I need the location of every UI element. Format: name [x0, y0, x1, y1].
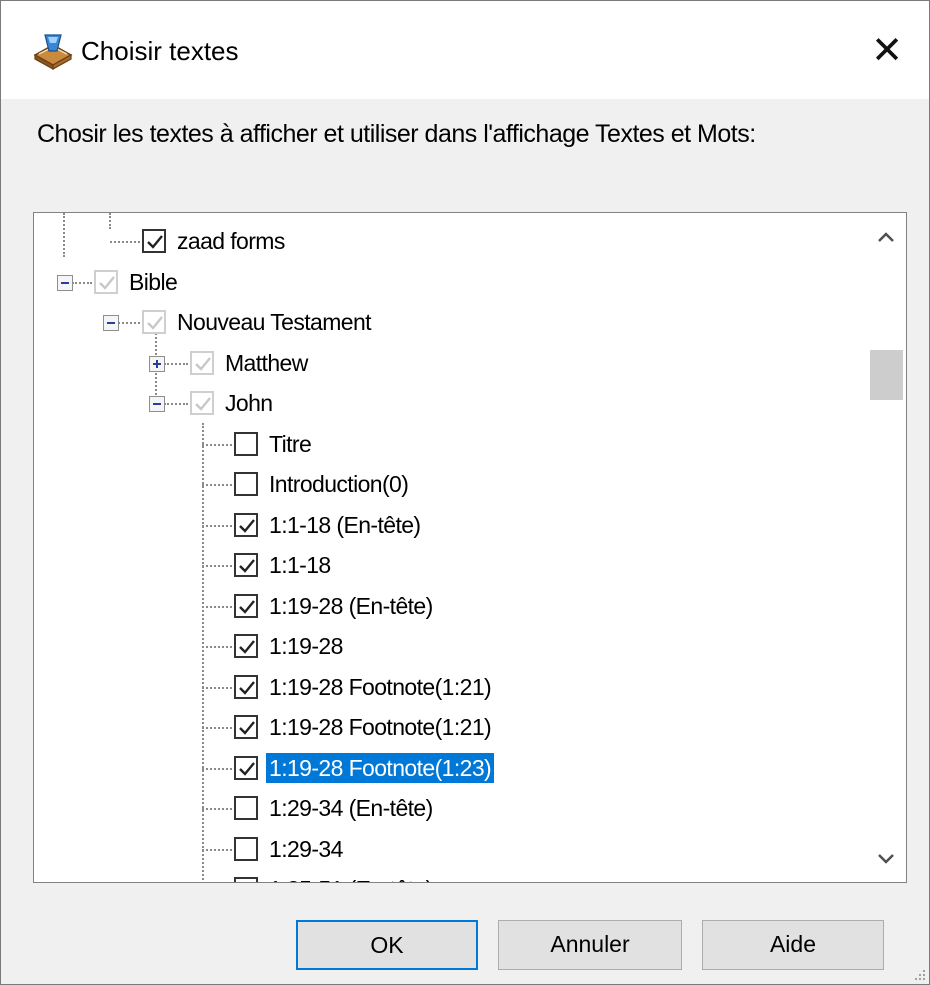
help-button[interactable]: Aide — [702, 920, 884, 970]
checkmark-icon — [239, 559, 255, 573]
tree-item-label[interactable]: 1:19-28 Footnote(1:21) — [266, 712, 494, 742]
tree-connector-line — [202, 646, 232, 648]
tree-connector-line — [109, 213, 111, 229]
tree-connector-line — [63, 213, 65, 257]
tree-connector-line — [202, 565, 232, 567]
tree-connector-line — [202, 727, 232, 729]
tree-item-label[interactable]: John — [222, 388, 275, 418]
scroll-down-button[interactable] — [866, 842, 906, 876]
tree-checkbox[interactable] — [234, 472, 258, 496]
tree-connector-line — [110, 241, 140, 243]
checkmark-icon — [239, 761, 255, 776]
text-tree[interactable]: zaad forms Bible Nouveau Testament Matthew J… — [33, 212, 907, 883]
vertical-scrollbar[interactable] — [866, 214, 906, 881]
tree-item-label[interactable]: 1:19-28 — [266, 631, 346, 661]
checkmark-icon — [147, 235, 163, 249]
tree-connector-line — [202, 686, 232, 689]
tree-item-label[interactable]: 1:1-18 (En-tête) — [266, 510, 423, 540]
tree-checkbox[interactable] — [190, 350, 214, 375]
tree-item-label[interactable]: 1:19-28 Footnote(1:23) — [266, 752, 495, 783]
scroll-thumb[interactable] — [870, 350, 903, 400]
tree-item-label[interactable]: 1:29-34 (En-tête) — [266, 793, 436, 823]
tree-item-label[interactable]: Bible — [126, 267, 180, 297]
tree-connector-line — [202, 524, 232, 527]
tree-connector-line — [164, 362, 188, 365]
checkmark-icon — [99, 275, 115, 290]
tree-connector-line — [202, 443, 232, 446]
tree-connector-line — [118, 322, 140, 324]
chevron-up-icon — [878, 232, 894, 242]
instruction-text: Chosir les textes à afficher et utiliser… — [37, 120, 756, 148]
tree-checkbox[interactable] — [234, 715, 258, 739]
tree-item-label[interactable]: zaad forms — [174, 226, 288, 256]
tree-checkbox[interactable] — [234, 674, 258, 699]
close-icon: ✕ — [871, 30, 903, 72]
tree-checkbox[interactable] — [234, 634, 258, 658]
tree-connector-line — [202, 605, 232, 608]
close-button[interactable]: ✕ — [857, 25, 917, 81]
cancel-button[interactable]: Annuler — [498, 920, 682, 970]
collapse-minus-icon[interactable] — [57, 274, 73, 291]
tree-checkbox[interactable] — [94, 269, 118, 294]
tree-connector-line — [72, 281, 92, 284]
tree-checkbox[interactable] — [190, 391, 214, 415]
tree-checkbox[interactable] — [234, 755, 258, 780]
tree-checkbox[interactable] — [234, 512, 258, 537]
ok-button[interactable]: OK — [296, 920, 478, 970]
tree-checkbox[interactable] — [234, 877, 258, 882]
tree-item-label[interactable]: Introduction(0) — [266, 469, 411, 499]
tree-checkbox[interactable] — [234, 593, 258, 618]
checkmark-icon — [147, 316, 163, 330]
checkmark-icon — [195, 397, 211, 411]
title-bar[interactable]: Choisir textes ✕ — [1, 1, 929, 99]
checkmark-icon — [239, 640, 255, 654]
tree-checkbox[interactable] — [142, 229, 166, 253]
book-app-icon — [33, 34, 73, 71]
tree-checkbox[interactable] — [142, 310, 166, 334]
tree-item-label[interactable]: 1:19-28 (En-tête) — [266, 591, 436, 621]
collapse-minus-icon[interactable] — [149, 396, 165, 412]
tree-checkbox[interactable] — [234, 431, 258, 456]
tree-item-label[interactable]: Titre — [266, 429, 314, 459]
tree-connector-line — [202, 848, 232, 851]
tree-checkbox[interactable] — [234, 553, 258, 577]
tree-item-label[interactable]: 1:29-34 — [266, 834, 346, 864]
tree-item-label[interactable]: Nouveau Testament — [174, 307, 374, 337]
checkmark-icon — [239, 599, 255, 614]
tree-connector-line — [202, 423, 204, 882]
scroll-up-button[interactable] — [866, 220, 906, 254]
checkmark-icon — [239, 518, 255, 533]
tree-connector-line — [164, 403, 188, 405]
tree-checkbox[interactable] — [234, 796, 258, 820]
checkmark-icon — [239, 680, 255, 695]
tree-checkbox[interactable] — [234, 836, 258, 861]
checkmark-icon — [239, 721, 255, 735]
checkmark-icon — [195, 356, 211, 371]
dialog-window: Choisir textes ✕ Chosir les textes à aff… — [0, 0, 930, 985]
expand-plus-icon[interactable] — [149, 355, 165, 372]
tree-item-label[interactable]: 1:35-51 (En-tête) — [266, 874, 436, 882]
chevron-down-icon — [878, 854, 894, 864]
tree-item-label[interactable]: Matthew — [222, 348, 311, 378]
collapse-minus-icon[interactable] — [103, 315, 119, 331]
tree-connector-line — [202, 767, 232, 770]
tree-item-label[interactable]: 1:19-28 Footnote(1:21) — [266, 672, 494, 702]
tree-item-label[interactable]: 1:1-18 — [266, 550, 334, 580]
window-title: Choisir textes — [81, 36, 239, 66]
resize-grip-icon[interactable] — [913, 968, 927, 982]
tree-connector-line — [202, 808, 232, 810]
tree-connector-line — [202, 484, 232, 486]
